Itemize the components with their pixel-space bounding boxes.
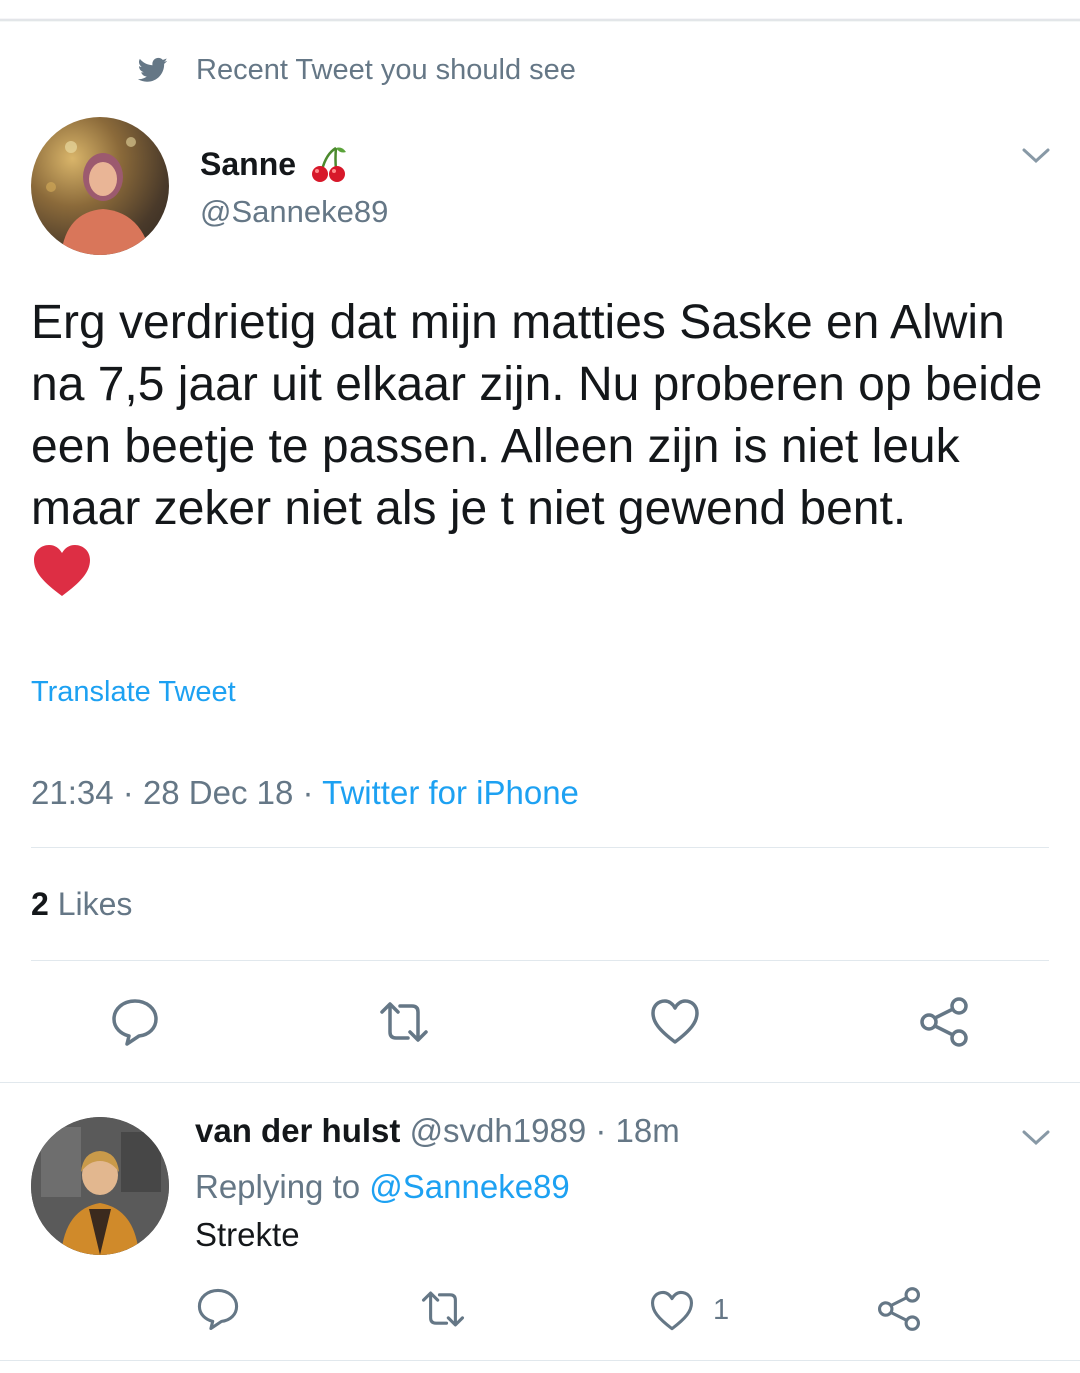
avatar-image [31, 1117, 169, 1255]
replying-prefix: Replying to [195, 1168, 361, 1205]
like-button[interactable] [649, 996, 701, 1048]
top-divider [0, 0, 1080, 22]
reply-share-button[interactable] [876, 1286, 922, 1332]
avatar-image [46, 137, 151, 255]
context-label: Recent Tweet you should see [196, 53, 576, 86]
tweet-context: Recent Tweet you should see [138, 52, 576, 88]
reply-text: Strekte [195, 1216, 300, 1253]
likes-summary[interactable]: 2 Likes [31, 886, 132, 923]
meta-separator: · [595, 1112, 607, 1149]
tweet-text: Erg verdrietig dat mijn matties Saske en… [31, 296, 1043, 535]
cherry-icon [312, 146, 347, 182]
likes-label: Likes [57, 886, 133, 922]
reply-reply-button[interactable] [195, 1286, 241, 1332]
author-avatar[interactable] [31, 117, 169, 255]
share-icon [920, 997, 968, 1047]
reply-author-handle[interactable]: @svdh1989 [410, 1112, 587, 1149]
reply-author-avatar[interactable] [31, 1117, 169, 1255]
reply-button[interactable] [109, 996, 161, 1048]
tweet-meta: 21:34 · 28 Dec 18 · Twitter for iPhone [31, 774, 579, 812]
like-icon [651, 999, 699, 1044]
meta-separator: · [302, 774, 314, 811]
reply-author-name[interactable]: van der hulst [195, 1112, 400, 1149]
reply-age: 18m [615, 1112, 680, 1149]
divider [0, 1360, 1080, 1361]
red-heart-emoji [34, 545, 90, 596]
divider [31, 847, 1049, 848]
tweet-source-link[interactable]: Twitter for iPhone [322, 774, 579, 811]
divider [31, 960, 1049, 961]
tweet-date: 28 Dec 18 [142, 774, 294, 811]
reply-icon [112, 999, 158, 1046]
reply-icon [197, 1288, 239, 1331]
tweet-time: 21:34 [31, 774, 114, 811]
share-icon [877, 1287, 921, 1331]
author-handle[interactable]: @Sanneke89 [200, 194, 388, 230]
share-button[interactable] [918, 996, 970, 1048]
reply-retweet-button[interactable] [420, 1286, 466, 1332]
reply-like-count: 1 [713, 1294, 730, 1326]
retweet-icon [421, 1291, 465, 1327]
translate-tweet-link[interactable]: Translate Tweet [31, 676, 236, 709]
chevron-down-icon[interactable] [1021, 146, 1051, 166]
like-icon [650, 1290, 694, 1331]
twitter-bird-icon [138, 57, 168, 82]
divider [0, 1082, 1080, 1083]
author-name-text: Sanne [200, 145, 297, 182]
replying-mention-link[interactable]: @Sanneke89 [369, 1168, 569, 1205]
chevron-down-icon[interactable] [1021, 1128, 1051, 1148]
meta-separator: · [122, 774, 134, 811]
likes-count: 2 [31, 886, 49, 922]
author-name[interactable]: Sanne [200, 144, 348, 184]
retweet-button[interactable] [378, 996, 430, 1048]
reply-header: van der hulst @svdh1989 · 18m [195, 1112, 680, 1150]
reply-like-button[interactable] [649, 1288, 695, 1334]
replying-to: Replying to @Sanneke89 [195, 1168, 570, 1206]
retweet-icon [380, 1002, 428, 1042]
